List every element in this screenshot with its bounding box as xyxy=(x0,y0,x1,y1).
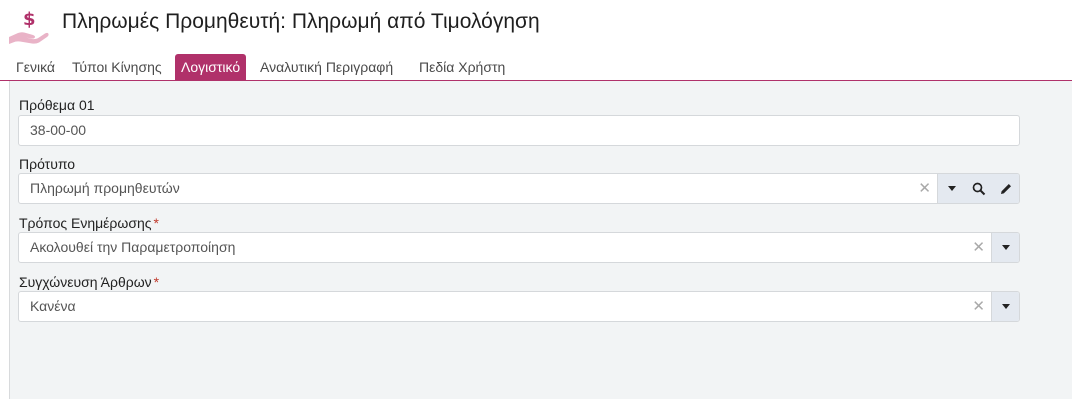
required-mark: * xyxy=(153,274,160,290)
template-field[interactable]: Πληρωμή προμηθευτών ✕ xyxy=(18,173,1020,204)
pencil-icon xyxy=(1000,183,1011,194)
search-icon xyxy=(972,182,985,195)
update-mode-label: Τρόπος Ενημέρωσης * xyxy=(19,215,159,231)
tab-movement-types[interactable]: Τύποι Κίνησης xyxy=(66,54,168,80)
chevron-down-icon xyxy=(947,186,956,191)
merge-entries-label: Συγχώνευση Άρθρων * xyxy=(19,274,160,290)
tab-user-fields[interactable]: Πεδία Χρήστη xyxy=(413,54,511,80)
tab-accounting[interactable]: Λογιστικό xyxy=(175,54,247,80)
update-mode-value: Ακολουθεί την Παραμετροποίηση xyxy=(30,239,236,255)
template-label: Πρότυπο xyxy=(19,156,76,172)
template-search-button[interactable] xyxy=(965,174,992,203)
merge-entries-select[interactable]: Κανένα ✕ xyxy=(18,291,1020,322)
template-clear-icon[interactable]: ✕ xyxy=(918,174,931,203)
update-mode-buttons xyxy=(991,233,1019,262)
page-title: Πληρωμές Προμηθευτή: Πληρωμή από Τιμολόγ… xyxy=(62,10,540,33)
required-mark: * xyxy=(153,215,159,231)
tab-bar: Γενικά Τύποι Κίνησης Λογιστικό Αναλυτική… xyxy=(0,54,1072,81)
chevron-down-icon xyxy=(1001,245,1010,250)
merge-entries-clear-icon[interactable]: ✕ xyxy=(972,292,985,321)
form-panel: Πρόθεμα 01 38-00-00 Πρότυπο Πληρωμή προμ… xyxy=(9,81,1072,399)
prefix-value: 38-00-00 xyxy=(30,122,87,138)
prefix-label: Πρόθεμα 01 xyxy=(19,97,95,113)
tab-general[interactable]: Γενικά xyxy=(10,54,61,80)
merge-entries-buttons xyxy=(991,292,1019,321)
update-mode-dropdown-button[interactable] xyxy=(992,233,1019,262)
money-hand-icon: $ xyxy=(8,4,50,44)
template-dropdown-button[interactable] xyxy=(938,174,965,203)
template-buttons xyxy=(937,174,1019,203)
tab-detailed-description[interactable]: Αναλυτική Περιγραφή xyxy=(254,54,399,80)
update-mode-select[interactable]: Ακολουθεί την Παραμετροποίηση ✕ xyxy=(18,232,1020,263)
svg-text:$: $ xyxy=(23,9,36,30)
template-value: Πληρωμή προμηθευτών xyxy=(30,180,180,196)
page-header: $ Πληρωμές Προμηθευτή: Πληρωμή από Τιμολ… xyxy=(0,0,1072,52)
prefix-field[interactable]: 38-00-00 xyxy=(18,115,1020,146)
template-edit-button[interactable] xyxy=(992,174,1019,203)
chevron-down-icon xyxy=(1001,304,1010,309)
update-mode-clear-icon[interactable]: ✕ xyxy=(972,233,985,262)
merge-entries-value: Κανένα xyxy=(30,298,76,314)
merge-entries-dropdown-button[interactable] xyxy=(992,292,1019,321)
